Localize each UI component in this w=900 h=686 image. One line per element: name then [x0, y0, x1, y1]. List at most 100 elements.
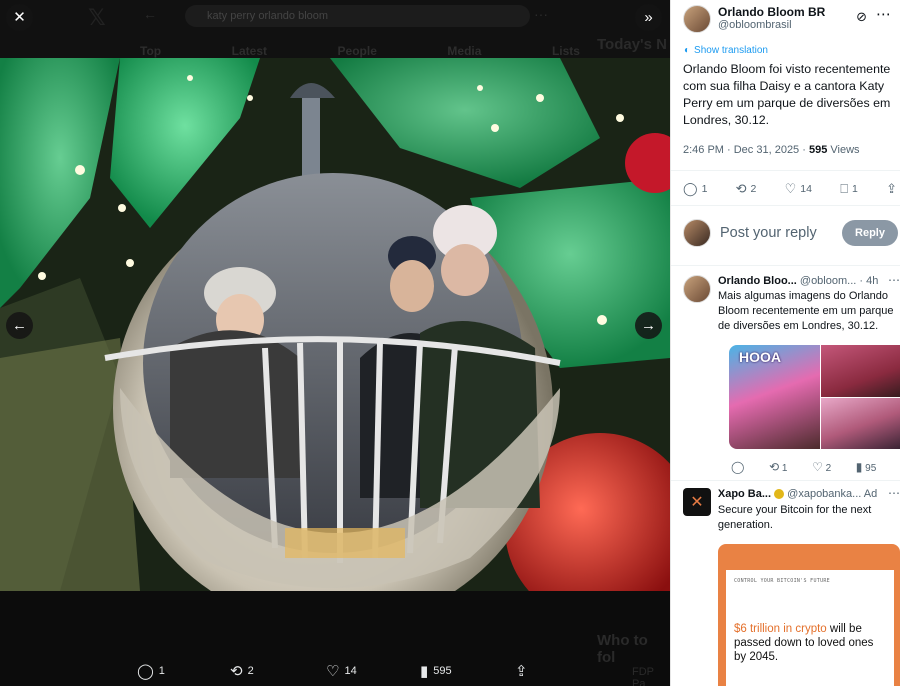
reply-action-bar: ◯ ⟲ 1 ♡ 2 ▮ 95 ⇪	[731, 460, 900, 474]
more-options-icon[interactable]: ⋯	[888, 486, 900, 500]
reply-author-name[interactable]: Orlando Bloo...	[718, 275, 797, 287]
xapo-logo-icon[interactable]: ✕	[683, 488, 711, 516]
ad-card-caption: CONTROL YOUR BITCOIN'S FUTURE	[734, 578, 830, 584]
heart-icon: ♡	[326, 663, 340, 680]
media-like-count: 14	[344, 665, 357, 677]
share-icon: ⇪	[886, 181, 897, 196]
media-like-button[interactable]: ♡ 14	[326, 662, 357, 680]
ad-card-headline: $6 trillion in crypto will be passed dow…	[734, 622, 886, 664]
author-display-name[interactable]: Orlando Bloom BR	[718, 5, 825, 19]
reply-reply-button[interactable]: ◯	[731, 460, 744, 474]
ad-text: Secure your Bitcoin for the next generat…	[717, 504, 872, 531]
bookmark-button[interactable]: ⎕ 1	[840, 181, 858, 197]
arrow-right-icon: →	[641, 317, 656, 334]
post-view-count: 595	[808, 144, 828, 156]
ferris-wheel-photo	[0, 58, 670, 591]
background-tabs: Top Latest People Media Lists	[140, 44, 580, 58]
ad-card-inner: CONTROL YOUR BITCOIN'S FUTURE $6 trillio…	[726, 570, 894, 686]
back-arrow-icon: ←	[143, 6, 157, 22]
reply-icon: ◯	[683, 181, 698, 196]
post-time[interactable]: 2:46 PM · Dec 31, 2025 ·	[683, 144, 809, 156]
divider	[671, 265, 900, 266]
reply-button[interactable]: ◯ 1	[683, 181, 707, 197]
close-button[interactable]: ✕	[6, 4, 33, 31]
reply-image-3[interactable]	[821, 398, 900, 449]
repost-button[interactable]: ⟲ 2	[736, 181, 757, 197]
like-count: 14	[800, 183, 812, 195]
reply-icon: ◯	[137, 663, 154, 680]
reply-icon: ◯	[731, 460, 745, 474]
previous-image-button[interactable]: ←	[6, 312, 33, 339]
reply-media-grid[interactable]: HOOA	[729, 345, 900, 449]
divider	[671, 205, 900, 206]
tab-media: Media	[447, 44, 482, 58]
show-translation-link[interactable]: ◐ Show translation	[684, 45, 768, 56]
heart-icon: ♡	[812, 460, 823, 474]
ad-card-highlight: $6 trillion in crypto	[734, 623, 827, 635]
grok-icon[interactable]: ⊘	[856, 9, 867, 25]
ad-author-name[interactable]: Xapo Ba...	[718, 488, 771, 500]
media-reply-button[interactable]: ◯ 1	[137, 662, 165, 680]
translate-icon: ◐	[684, 45, 691, 56]
divider	[671, 170, 900, 171]
repost-icon: ⟲	[735, 181, 747, 196]
reply-like-button[interactable]: ♡ 2	[812, 460, 831, 474]
reply-handle-time: @obloom... · 4h	[796, 275, 879, 287]
reply-author-line: Orlando Bloo... @obloom... · 4h	[718, 275, 899, 287]
expand-button[interactable]: »	[635, 4, 662, 31]
background-search-input: katy perry orlando bloom	[185, 5, 530, 27]
more-icon: ···	[534, 6, 548, 22]
media-repost-count: 2	[247, 665, 254, 677]
repost-icon: ⟲	[230, 663, 243, 680]
reply-submit-button[interactable]: Reply	[842, 220, 898, 246]
tab-lists: Lists	[551, 44, 580, 58]
background-side-heading: Today's N	[597, 36, 667, 53]
reply-input[interactable]: Post your reply	[720, 225, 842, 241]
media-viewer: 𝕏 ← katy perry orlando bloom ··· Top Lat…	[0, 0, 670, 686]
reply-count: 1	[701, 183, 708, 195]
bar-chart-icon: ▮	[855, 460, 863, 474]
tab-people: People	[337, 44, 377, 58]
like-button[interactable]: ♡ 14	[785, 181, 812, 197]
post-text: Orlando Bloom foi visto recentemente com…	[683, 62, 891, 127]
post-meta: 2:46 PM · Dec 31, 2025 · 595 Views	[683, 144, 860, 156]
heart-icon: ♡	[784, 181, 797, 196]
reply-post[interactable]: Orlando Bloo... @obloom... · 4h Mais alg…	[683, 273, 900, 474]
media-action-bar: ◯ 1 ⟲ 2 ♡ 14 ▮ 595 ⇪	[0, 656, 670, 686]
post-header: Orlando Bloom BR @obloombrasil ⊘ ⋯	[683, 5, 895, 33]
divider	[671, 480, 900, 481]
promoted-post[interactable]: ✕ Xapo Ba... @xapobanka... Ad Secure you…	[683, 486, 900, 686]
avatar[interactable]	[683, 275, 711, 303]
reply-repost-count: 1	[781, 463, 788, 474]
media-repost-button[interactable]: ⟲ 2	[230, 662, 254, 680]
post-detail-panel: Orlando Bloom BR @obloombrasil ⊘ ⋯ ◐ Sho…	[670, 0, 900, 686]
media-views-button[interactable]: ▮ 595	[420, 662, 452, 680]
close-icon: ✕	[13, 9, 26, 26]
bar-chart-icon: ▮	[420, 663, 429, 680]
media-share-button[interactable]: ⇪	[515, 662, 528, 680]
media-reply-count: 1	[158, 665, 165, 677]
post-views-label: Views	[827, 144, 860, 156]
verified-badge-icon	[774, 489, 785, 500]
reply-repost-button[interactable]: ⟲ 1	[769, 460, 787, 474]
reply-views-button[interactable]: ▮ 95	[856, 460, 877, 474]
repost-icon: ⟲	[769, 460, 780, 474]
tab-latest: Latest	[231, 44, 267, 58]
more-options-icon[interactable]: ⋯	[876, 5, 891, 23]
share-button[interactable]: ⇪	[886, 181, 897, 197]
reply-view-count: 95	[865, 463, 877, 474]
repost-count: 2	[750, 183, 757, 195]
avatar[interactable]	[683, 5, 711, 33]
show-translation-label: Show translation	[694, 45, 768, 56]
ad-card[interactable]: CONTROL YOUR BITCOIN'S FUTURE $6 trillio…	[718, 544, 900, 686]
next-image-button[interactable]: →	[635, 312, 662, 339]
more-options-icon[interactable]: ⋯	[888, 273, 900, 287]
post-photo[interactable]	[0, 58, 670, 591]
bookmark-icon: ⎕	[840, 181, 849, 196]
reply-image-1[interactable]: HOOA	[729, 345, 820, 449]
ad-author-line: Xapo Ba... @xapobanka... Ad	[718, 488, 899, 500]
reply-image-2[interactable]	[821, 345, 900, 397]
author-handle[interactable]: @obloombrasil	[718, 19, 825, 31]
media-view-count: 595	[433, 665, 452, 677]
ad-handle: @xapobanka...	[784, 488, 862, 500]
